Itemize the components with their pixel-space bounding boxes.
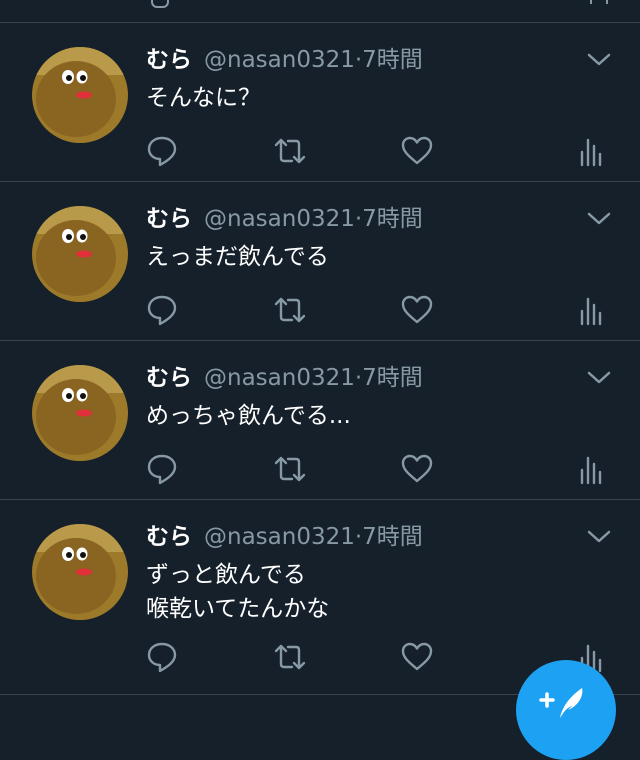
avatar[interactable] bbox=[32, 524, 128, 620]
reply-icon[interactable] bbox=[145, 452, 179, 486]
tweet-header: むら @nasan0321·7時間 bbox=[146, 204, 423, 234]
chevron-down-icon[interactable] bbox=[586, 210, 612, 228]
analytics-icon[interactable] bbox=[575, 452, 609, 486]
user-handle[interactable]: @nasan0321 bbox=[204, 206, 355, 232]
tweet-text-line: めっちゃ飲んでる... bbox=[146, 403, 351, 429]
avatar[interactable] bbox=[32, 47, 128, 143]
reply-icon[interactable] bbox=[151, 0, 169, 8]
like-icon[interactable] bbox=[400, 452, 434, 486]
timestamp[interactable]: 7時間 bbox=[362, 47, 423, 73]
tweet-header: むら @nasan0321·7時間 bbox=[146, 522, 423, 552]
tweet[interactable]: むら @nasan0321·7時間 えっまだ飲んでる bbox=[0, 182, 640, 341]
tweet-actions bbox=[0, 293, 640, 327]
user-handle[interactable]: @nasan0321 bbox=[204, 365, 355, 391]
tweet-text: そんなに？ bbox=[146, 81, 261, 115]
chevron-down-icon[interactable] bbox=[586, 369, 612, 387]
retweet-icon[interactable] bbox=[273, 134, 307, 168]
reply-icon[interactable] bbox=[145, 293, 179, 327]
timestamp[interactable]: 7時間 bbox=[362, 524, 423, 550]
display-name[interactable]: むら bbox=[146, 47, 192, 73]
tweet-text: ずっと飲んでる 喉乾いてたんかな bbox=[146, 558, 329, 626]
avatar[interactable] bbox=[32, 365, 128, 461]
tweet-text-line: そんなに？ bbox=[146, 85, 261, 111]
tweet-actions bbox=[0, 452, 640, 486]
like-icon[interactable] bbox=[400, 134, 434, 168]
avatar[interactable] bbox=[32, 206, 128, 302]
previous-tweet-actions bbox=[0, 0, 640, 23]
retweet-icon[interactable] bbox=[273, 452, 307, 486]
chevron-down-icon[interactable] bbox=[586, 51, 612, 69]
user-handle[interactable]: @nasan0321 bbox=[204, 47, 355, 73]
timestamp[interactable]: 7時間 bbox=[362, 206, 423, 232]
tweet-text: えっまだ飲んでる bbox=[146, 240, 329, 274]
analytics-icon[interactable] bbox=[575, 293, 609, 327]
reply-icon[interactable] bbox=[145, 134, 179, 168]
user-handle[interactable]: @nasan0321 bbox=[204, 524, 355, 550]
tweet-text-line: えっまだ飲んでる bbox=[146, 244, 329, 270]
tweet-header: むら @nasan0321·7時間 bbox=[146, 45, 423, 75]
tweet[interactable]: むら @nasan0321·7時間 めっちゃ飲んでる... bbox=[0, 341, 640, 500]
analytics-icon[interactable] bbox=[590, 0, 608, 4]
like-icon[interactable] bbox=[400, 640, 434, 674]
timeline: むら @nasan0321·7時間 そんなに？ むら @nasan0321·7時… bbox=[0, 23, 640, 695]
chevron-down-icon[interactable] bbox=[586, 528, 612, 546]
display-name[interactable]: むら bbox=[146, 365, 192, 391]
tweet-text-line: ずっと飲んでる bbox=[146, 562, 306, 588]
analytics-icon[interactable] bbox=[575, 134, 609, 168]
tweet-actions bbox=[0, 134, 640, 168]
retweet-icon[interactable] bbox=[273, 640, 307, 674]
retweet-icon[interactable] bbox=[273, 293, 307, 327]
display-name[interactable]: むら bbox=[146, 524, 192, 550]
display-name[interactable]: むら bbox=[146, 206, 192, 232]
compose-tweet-icon bbox=[539, 688, 583, 718]
timestamp[interactable]: 7時間 bbox=[362, 365, 423, 391]
compose-tweet-button[interactable] bbox=[516, 660, 616, 760]
like-icon[interactable] bbox=[400, 293, 434, 327]
tweet-text: めっちゃ飲んでる... bbox=[146, 399, 351, 433]
tweet[interactable]: むら @nasan0321·7時間 そんなに？ bbox=[0, 23, 640, 182]
reply-icon[interactable] bbox=[145, 640, 179, 674]
tweet-text-line: 喉乾いてたんかな bbox=[146, 596, 330, 622]
tweet-header: むら @nasan0321·7時間 bbox=[146, 363, 423, 393]
